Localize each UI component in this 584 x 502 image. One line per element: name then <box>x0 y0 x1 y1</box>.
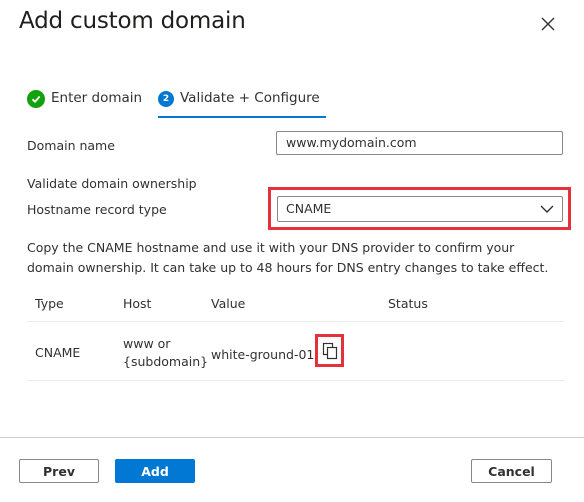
step-validate-configure[interactable]: 2 Validate + Configure <box>158 90 326 120</box>
table-header-divider <box>27 321 564 322</box>
domain-name-field[interactable]: www.mydomain.com <box>276 131 563 155</box>
column-header-value: Value <box>211 296 246 311</box>
record-type-value: CNAME <box>286 201 332 216</box>
table-row-divider <box>27 380 564 381</box>
step-label: Validate + Configure <box>180 90 320 106</box>
column-header-host: Host <box>123 296 152 311</box>
step-label: Enter domain <box>51 90 143 106</box>
prev-button[interactable]: Prev <box>19 459 99 483</box>
step-enter-domain[interactable]: Enter domain <box>27 90 142 120</box>
close-button[interactable] <box>536 12 560 36</box>
copy-value-button[interactable] <box>315 334 344 367</box>
column-header-type: Type <box>35 296 64 311</box>
step-number-badge: 2 <box>158 91 174 107</box>
validate-ownership-heading: Validate domain ownership <box>27 176 197 191</box>
row-host-line2: {subdomain} <box>123 354 209 369</box>
domain-name-label: Domain name <box>27 138 115 153</box>
record-type-label: Hostname record type <box>27 202 167 217</box>
copy-icon <box>322 342 337 359</box>
add-custom-domain-dialog: Add custom domain Enter domain 2 Validat… <box>0 0 584 502</box>
column-header-status: Status <box>388 296 428 311</box>
cancel-button[interactable]: Cancel <box>471 459 552 483</box>
row-host-line1: www or <box>123 336 171 351</box>
row-type: CNAME <box>35 345 81 360</box>
instructions-text: Copy the CNAME hostname and use it with … <box>27 240 549 275</box>
footer-divider <box>0 437 584 438</box>
close-icon <box>541 17 555 31</box>
add-button[interactable]: Add <box>115 459 195 483</box>
record-type-dropdown[interactable]: CNAME <box>277 196 563 222</box>
dialog-title: Add custom domain <box>19 8 246 34</box>
chevron-down-icon <box>540 205 554 213</box>
check-icon <box>27 90 45 108</box>
row-value: white-ground-01.. <box>211 347 323 362</box>
